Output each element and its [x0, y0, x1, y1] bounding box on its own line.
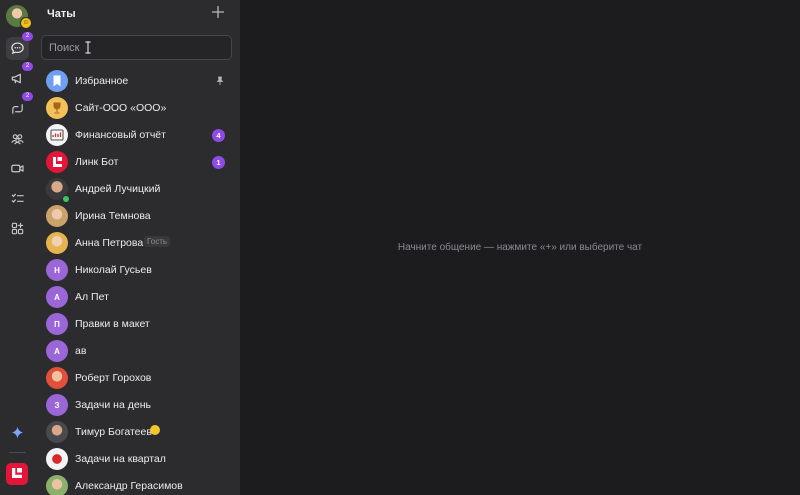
online-indicator — [62, 195, 70, 203]
avatar: П — [46, 313, 68, 335]
chat-name: Роберт Горохов — [75, 372, 152, 384]
chat-item[interactable]: З Задачи на день — [35, 392, 240, 419]
avatar: Н — [46, 259, 68, 281]
plus-icon[interactable] — [211, 5, 225, 19]
chat-item[interactable]: Н Николай Гусьев — [35, 257, 240, 284]
chat-item[interactable]: Избранное — [35, 68, 240, 95]
avatar: А — [46, 340, 68, 362]
chat-name: Избранное — [75, 75, 129, 87]
sidebar-title: Чаты — [47, 8, 76, 20]
chat-item[interactable]: Линк Бот 1 — [35, 149, 240, 176]
threads-icon — [12, 104, 23, 114]
trophy-icon — [53, 102, 61, 114]
chat-name: Николай Гусьев — [75, 264, 152, 276]
chats-sidebar: Чаты Избранное Сайт-ООО «ООО» Финансовый… — [35, 0, 240, 495]
chat-name: Андрей Лучицкий — [75, 183, 161, 195]
avatar — [46, 151, 68, 173]
avatar — [46, 70, 68, 92]
chat-item[interactable]: Роберт Горохов — [35, 365, 240, 392]
chat-item[interactable]: Ирина Темнова — [35, 203, 240, 230]
chat-name: Анна Петрова — [75, 237, 144, 249]
rail-contacts-button[interactable] — [6, 127, 29, 150]
sparkle-icon — [11, 426, 24, 439]
brand-logo[interactable] — [6, 463, 28, 485]
chat-name: ав — [75, 345, 87, 357]
contacts-icon — [11, 134, 24, 145]
smile-emoji-icon — [150, 425, 160, 435]
chat-bubble-icon — [11, 42, 24, 55]
megaphone-icon — [11, 73, 21, 84]
chat-name: Ирина Темнова — [75, 210, 151, 222]
pin-icon — [216, 76, 224, 85]
video-camera-icon — [11, 164, 24, 173]
text-cursor-icon — [85, 41, 91, 54]
chat-name: Правки в макет — [75, 318, 150, 330]
chat-name: Линк Бот — [75, 156, 119, 168]
chat-name: Сайт-ООО «ООО» — [75, 102, 167, 114]
avatar — [46, 367, 68, 389]
search-input[interactable] — [49, 36, 209, 59]
unread-count-badge: 1 — [212, 156, 225, 169]
avatar — [46, 97, 68, 119]
rail-threads-button[interactable]: 2 — [6, 92, 33, 120]
rail-badge: 2 — [22, 92, 33, 101]
avatar — [46, 232, 68, 254]
bot-logo-icon — [53, 157, 62, 167]
conversation-pane: Начните общение — нажмите «+» или выбери… — [240, 0, 800, 495]
chat-name: Александр Герасимов — [75, 480, 183, 492]
rail-tasks-button[interactable] — [6, 187, 29, 210]
chat-item[interactable]: А ав — [35, 338, 240, 365]
rail-ai-button[interactable] — [6, 421, 29, 444]
avatar — [46, 124, 68, 146]
empty-state-hint: Начните общение — нажмите «+» или выбери… — [397, 242, 643, 253]
rail-divider — [9, 452, 26, 453]
app-window: ☺ 2 2 2 Чаты Поиск Избранное Сайт-ООО «О… — [0, 0, 800, 495]
rail-badge: 2 — [22, 62, 33, 71]
chat-name: Финансовый отчёт — [75, 129, 166, 141]
chat-item[interactable]: Александр Герасимов — [35, 473, 240, 495]
rail-calls-button[interactable] — [6, 157, 29, 180]
chat-item[interactable]: Сайт-ООО «ООО» — [35, 95, 240, 122]
avatar: З — [46, 394, 68, 416]
brand-logo-icon — [12, 468, 22, 478]
guest-tag: Гость — [144, 236, 171, 247]
task-list-icon — [11, 193, 24, 203]
avatar — [46, 448, 68, 470]
bookmark-icon — [53, 75, 61, 87]
chat-item[interactable]: Анна Петрова Гость — [35, 230, 240, 257]
chat-name: Задачи на квартал — [75, 453, 166, 465]
chat-item[interactable]: Андрей Лучицкий — [35, 176, 240, 203]
rail-chats-button[interactable]: 2 — [6, 32, 33, 60]
unread-count-badge: 4 — [212, 129, 225, 142]
avatar: А — [46, 286, 68, 308]
chat-item[interactable]: П Правки в макет — [35, 311, 240, 338]
rail-apps-button[interactable] — [6, 217, 29, 240]
avatar — [46, 205, 68, 227]
search-box[interactable] — [41, 35, 232, 60]
nav-rail: ☺ 2 2 2 — [0, 0, 35, 495]
chat-item[interactable]: А Ал Пет — [35, 284, 240, 311]
chat-name: Тимур Богатеев — [75, 426, 152, 438]
rail-channels-button[interactable]: 2 — [6, 62, 33, 90]
apps-icon — [11, 222, 24, 235]
avatar — [46, 475, 68, 495]
chat-name: Ал Пет — [75, 291, 109, 303]
avatar — [46, 421, 68, 443]
chat-name: Задачи на день — [75, 399, 151, 411]
rail-badge: 2 — [22, 32, 33, 41]
chat-item[interactable]: Задачи на квартал — [35, 446, 240, 473]
chat-item[interactable]: Тимур Богатеев — [35, 419, 240, 446]
report-icon — [50, 129, 64, 141]
chat-item[interactable]: Финансовый отчёт 4 — [35, 122, 240, 149]
status-emoji-icon: ☺ — [20, 17, 32, 29]
